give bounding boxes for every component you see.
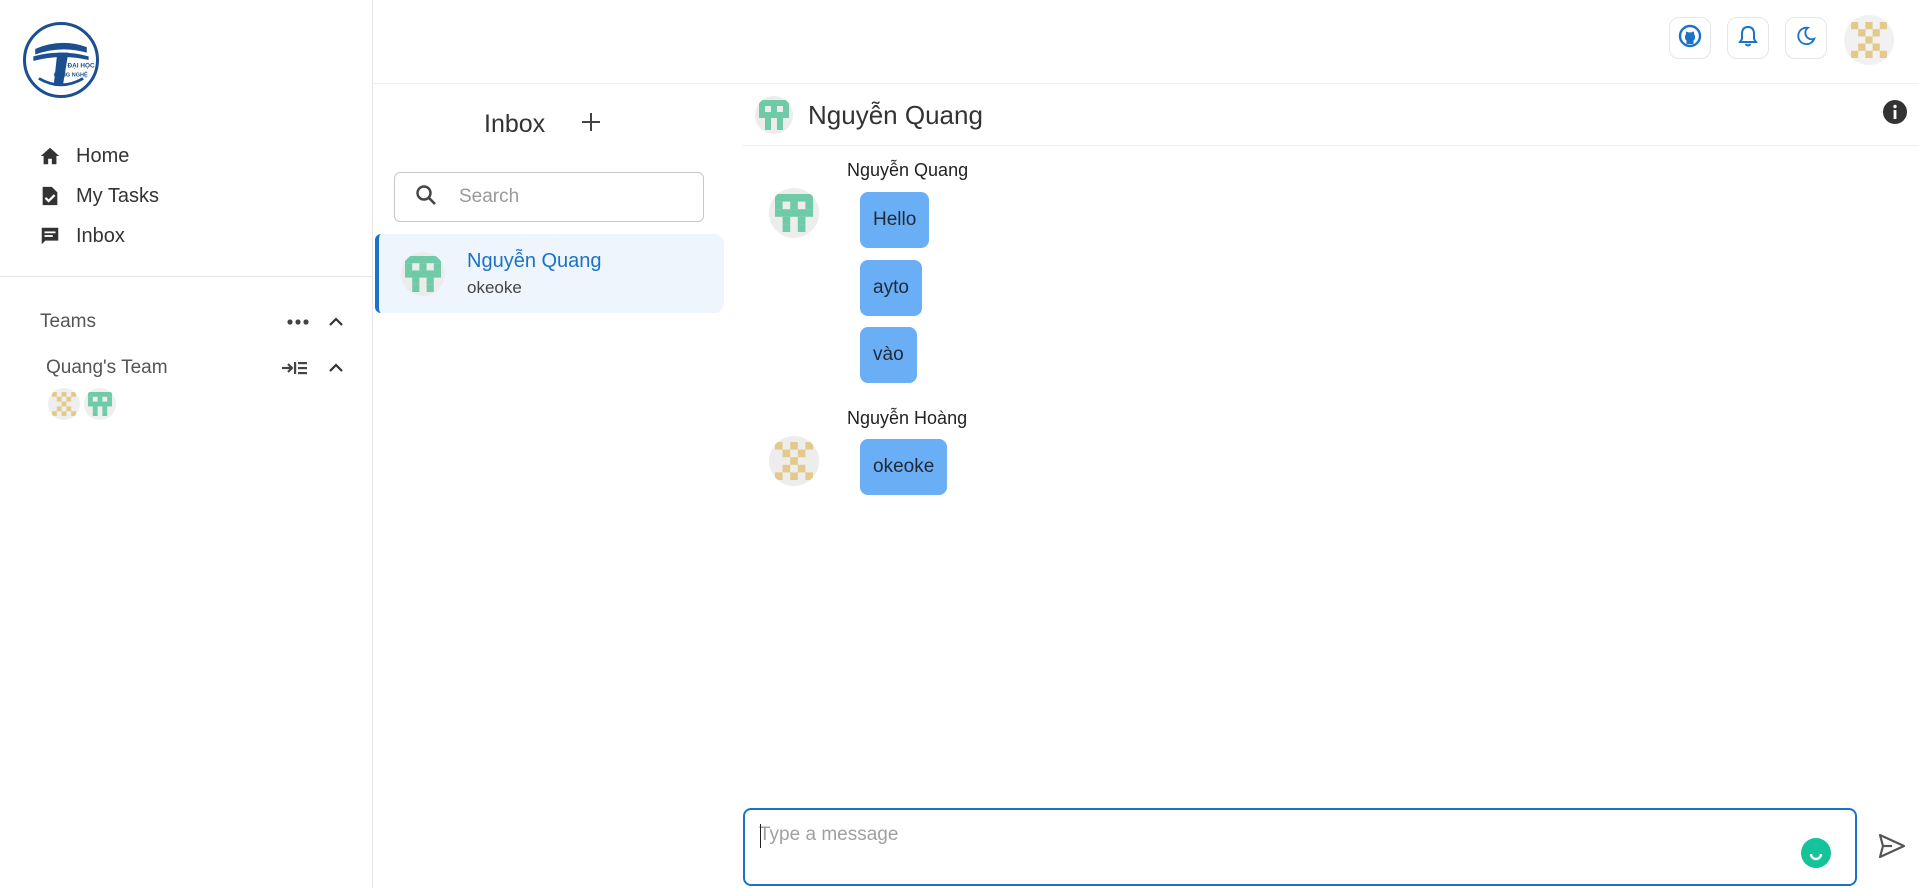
- teams-header: Teams: [40, 310, 350, 334]
- team-item[interactable]: Quang's Team: [46, 356, 350, 380]
- member-avatar[interactable]: [48, 388, 80, 420]
- moon-icon: [1795, 25, 1817, 52]
- message-sender: Nguyễn Hoàng: [847, 408, 968, 428]
- plus-icon: [580, 111, 602, 138]
- top-bar: [374, 0, 1919, 84]
- chat-header: Nguyễn Quang: [743, 84, 1919, 146]
- conversation-info-button[interactable]: [1881, 99, 1909, 130]
- nav-item-my-tasks[interactable]: My Tasks: [38, 176, 159, 216]
- teams-label: Teams: [40, 311, 96, 332]
- notifications-button[interactable]: [1727, 17, 1769, 59]
- search-input[interactable]: [459, 186, 679, 208]
- conversation-name: Nguyễn Quang: [467, 249, 602, 272]
- university-logo[interactable]: ĐẠI HỌC CÔNG NGHỆ: [23, 22, 99, 98]
- team-name: Quang's Team: [46, 357, 168, 378]
- sender-avatar[interactable]: [769, 188, 819, 238]
- inbox-title: Inbox: [484, 110, 546, 138]
- search-box: [394, 172, 704, 222]
- bell-icon: [1738, 25, 1758, 52]
- nav-item-inbox[interactable]: Inbox: [38, 216, 159, 256]
- home-icon: [38, 144, 62, 168]
- task-check-icon: [38, 184, 62, 208]
- sender-avatar[interactable]: [769, 436, 819, 486]
- university-logo-image: ĐẠI HỌC CÔNG NGHỆ: [27, 26, 95, 94]
- message-input[interactable]: [759, 824, 1759, 846]
- chat-icon: [38, 224, 62, 248]
- new-conversation-button[interactable]: [577, 111, 605, 139]
- message-bubble[interactable]: okeoke: [860, 439, 948, 495]
- user-avatar[interactable]: [1844, 15, 1894, 65]
- more-horizontal-icon[interactable]: [284, 310, 312, 334]
- nav-item-home[interactable]: Home: [38, 136, 159, 176]
- chevron-up-icon[interactable]: [322, 310, 350, 334]
- chat-header-name: Nguyễn Quang: [808, 100, 983, 130]
- search-icon: [415, 184, 437, 211]
- message-bubble[interactable]: ayto: [860, 260, 922, 316]
- conversation-item[interactable]: Nguyễn Quang okeoke: [375, 234, 724, 313]
- info-icon: [1882, 99, 1908, 130]
- conversation-avatar: [401, 251, 445, 296]
- message-bubble[interactable]: Hello: [860, 192, 930, 248]
- chevron-up-icon[interactable]: [322, 356, 350, 380]
- message-composer: [743, 808, 1857, 886]
- conversation-preview: okeoke: [467, 277, 522, 297]
- chat-panel: Nguyễn Quang Nguyễn Quang Hello ayto vào…: [743, 84, 1919, 888]
- member-avatar[interactable]: [84, 388, 116, 420]
- join-team-icon[interactable]: [280, 356, 308, 380]
- sidebar-divider: [0, 276, 372, 277]
- conversation-text: Nguyễn Quang okeoke: [467, 250, 602, 298]
- logo-text-top: ĐẠI HỌC: [67, 62, 95, 69]
- message-sender: Nguyễn Quang: [847, 160, 969, 180]
- nav-item-label: Inbox: [76, 224, 125, 247]
- github-button[interactable]: [1669, 17, 1711, 59]
- theme-toggle-button[interactable]: [1785, 17, 1827, 59]
- inbox-panel: Inbox Nguyễn Quang okeoke: [374, 84, 724, 888]
- send-button[interactable]: [1876, 832, 1908, 864]
- nav-item-label: Home: [76, 144, 130, 167]
- grammar-assistant-icon[interactable]: [1801, 838, 1831, 868]
- logo-text-bottom: CÔNG NGHỆ: [54, 71, 88, 79]
- chat-header-avatar: [755, 96, 793, 134]
- send-icon: [1878, 833, 1906, 864]
- main-nav: Home My Tasks Inbox: [38, 136, 159, 256]
- inbox-title-row: Inbox: [484, 110, 605, 139]
- text-caret: [760, 824, 761, 848]
- sidebar: ĐẠI HỌC CÔNG NGHỆ Home My Tasks Inbox Te…: [0, 0, 373, 888]
- team-members: [48, 388, 120, 420]
- nav-item-label: My Tasks: [76, 184, 159, 207]
- github-icon: [1678, 24, 1702, 53]
- message-bubble[interactable]: vào: [860, 327, 917, 383]
